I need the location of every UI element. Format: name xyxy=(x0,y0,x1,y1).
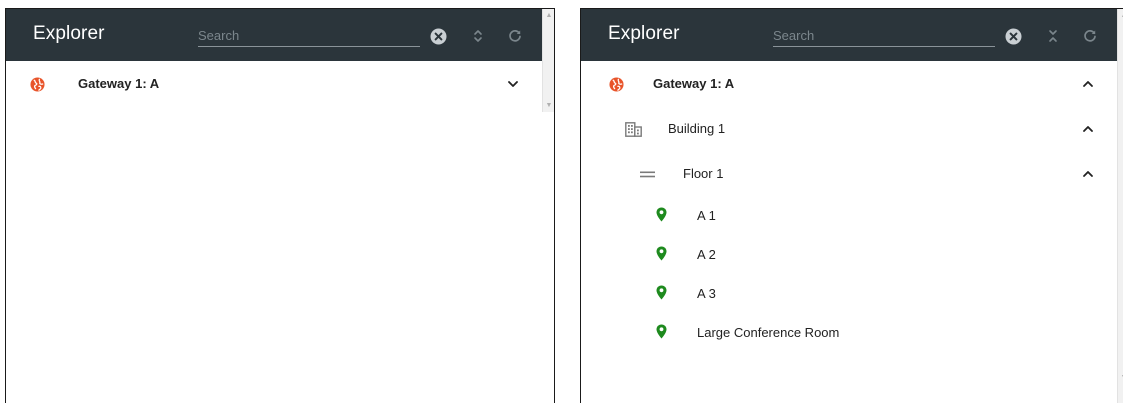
expand-all-icon[interactable] xyxy=(469,27,487,45)
globe-icon xyxy=(608,76,624,92)
scroll-up-icon[interactable]: ▲ xyxy=(543,9,554,21)
chevron-up-icon[interactable] xyxy=(1081,122,1095,136)
tree-item-label: Gateway 1: A xyxy=(78,76,160,91)
tree-item-label: A 3 xyxy=(697,286,716,301)
tree-item-room[interactable]: Large Conference Room xyxy=(581,313,1117,352)
scroll-down-icon[interactable]: ▼ xyxy=(1118,371,1123,383)
scroll-down-icon[interactable]: ▼ xyxy=(543,99,554,111)
tree-item-room[interactable]: A 1 xyxy=(581,196,1117,235)
explorer-tree: Gateway 1: A xyxy=(6,61,542,106)
location-pin-icon xyxy=(655,245,667,261)
tree-item-label: Floor 1 xyxy=(683,166,724,181)
tree-item-room[interactable]: A 3 xyxy=(581,274,1117,313)
explorer-header: Explorer xyxy=(581,9,1117,61)
location-pin-icon xyxy=(655,206,667,222)
tree-item-label: A 2 xyxy=(697,247,716,262)
tree-item-room[interactable]: A 2 xyxy=(581,235,1117,274)
collapse-all-icon[interactable] xyxy=(1044,27,1062,45)
search-field[interactable] xyxy=(198,25,420,47)
tree-item-building[interactable]: Building 1 xyxy=(581,106,1117,151)
floor-icon xyxy=(640,170,655,178)
search-field[interactable] xyxy=(773,25,995,47)
clear-search-icon[interactable] xyxy=(1004,27,1022,45)
location-pin-icon xyxy=(655,323,667,339)
tree-item-label: Gateway 1: A xyxy=(653,76,735,91)
location-pin-icon xyxy=(655,284,667,300)
chevron-up-icon[interactable] xyxy=(1081,167,1095,181)
tree-item-label: Large Conference Room xyxy=(697,325,840,340)
tree-item-label: A 1 xyxy=(697,208,716,223)
scrollbar[interactable]: ▲ ▼ xyxy=(542,9,554,112)
search-input[interactable] xyxy=(198,25,420,45)
explorer-title: Explorer xyxy=(33,23,105,44)
chevron-up-icon[interactable] xyxy=(1081,77,1095,91)
refresh-icon[interactable] xyxy=(506,27,524,45)
clear-search-icon[interactable] xyxy=(429,27,447,45)
search-input[interactable] xyxy=(773,25,995,45)
explorer-tree: Gateway 1: A xyxy=(581,61,1117,352)
tree-item-gateway[interactable]: Gateway 1: A xyxy=(6,61,542,106)
explorer-panel-right: Explorer Search Gateway 1: A Building 1 … xyxy=(580,8,1123,403)
tree-item-gateway[interactable]: Gateway 1: A xyxy=(581,61,1117,106)
explorer-header: Explorer xyxy=(6,9,542,61)
globe-icon xyxy=(29,76,45,92)
explorer-panel-left: Explorer Search Gateway 1: A ▲ ▼ xyxy=(5,8,555,403)
explorer-title: Explorer xyxy=(608,23,680,44)
building-icon xyxy=(624,121,642,137)
tree-item-floor[interactable]: Floor 1 xyxy=(581,151,1117,196)
refresh-icon[interactable] xyxy=(1081,27,1099,45)
tree-item-label: Building 1 xyxy=(668,121,726,136)
chevron-down-icon[interactable] xyxy=(506,77,520,91)
scroll-up-icon[interactable]: ▲ xyxy=(1118,9,1123,21)
scrollbar[interactable]: ▲ ▼ xyxy=(1117,9,1123,403)
